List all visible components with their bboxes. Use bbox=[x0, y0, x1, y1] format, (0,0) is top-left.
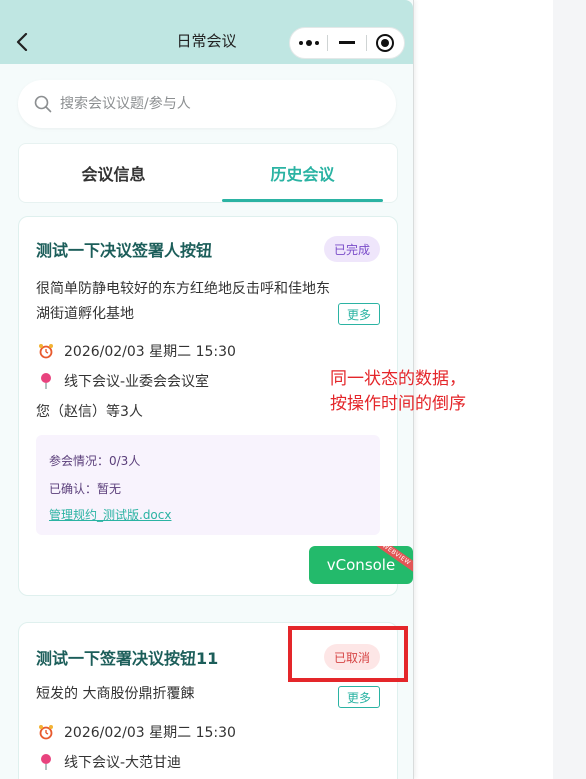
meeting-location: 线下会议-业委会会议室 bbox=[64, 374, 210, 390]
alarm-clock-icon bbox=[36, 723, 56, 741]
more-menu-button[interactable] bbox=[290, 28, 327, 58]
meeting-description: 短发的 大商股份鼎折覆餗 bbox=[36, 686, 195, 702]
meeting-title: 测试一下签署决议按钮11 bbox=[36, 649, 219, 668]
attendance-status: 参会情况：0/3人 bbox=[49, 454, 141, 468]
meeting-title: 测试一下决议签署人按钮 bbox=[36, 241, 213, 260]
annotation-line: 同一状态的数据， bbox=[330, 369, 466, 389]
search-bar bbox=[18, 80, 396, 128]
location-pin-icon bbox=[36, 753, 56, 771]
active-tab-indicator bbox=[222, 199, 383, 202]
screenshot-page: 日常会议 搜索会议议题/参与人 会议信息 历史会议 测试一下决议签署人按钮 已完… bbox=[0, 0, 586, 779]
minimize-button[interactable] bbox=[328, 28, 365, 58]
background-panel bbox=[553, 0, 586, 779]
minimize-icon bbox=[338, 41, 355, 44]
highlight-box bbox=[288, 626, 408, 682]
meeting-info-box: 参会情况：0/3人 已确认：暂无 管理规约_测试版.docx bbox=[36, 435, 380, 535]
more-button[interactable]: 更多 bbox=[338, 303, 380, 325]
meeting-location-row: 线下会议-大范甘迪 bbox=[36, 752, 181, 772]
navigation-bar: 日常会议 bbox=[0, 0, 413, 64]
alarm-clock-icon bbox=[36, 342, 56, 360]
meeting-location: 线下会议-大范甘迪 bbox=[64, 755, 182, 771]
search-icon bbox=[34, 95, 52, 113]
search-input[interactable] bbox=[58, 95, 362, 113]
target-close-icon bbox=[376, 34, 395, 52]
tab-bar: 会议信息 历史会议 bbox=[18, 143, 398, 203]
status-badge: 已完成 bbox=[323, 236, 380, 262]
tab-label: 会议信息 bbox=[81, 165, 146, 184]
location-pin-icon bbox=[36, 372, 56, 390]
attachment-link[interactable]: 管理规约_测试版.docx bbox=[49, 506, 171, 523]
annotation-line: 按操作时间的倒序 bbox=[330, 394, 466, 414]
meeting-location-row: 线下会议-业委会会议室 bbox=[36, 371, 209, 391]
more-button[interactable]: 更多 bbox=[338, 686, 380, 708]
tab-label: 历史会议 bbox=[270, 165, 335, 184]
vconsole-label: vConsole bbox=[326, 556, 396, 574]
confirmed-status: 已确认：暂无 bbox=[49, 482, 122, 496]
close-button[interactable] bbox=[367, 28, 404, 58]
meeting-datetime-row: 2026/02/03 星期二 15:30 bbox=[36, 341, 236, 361]
more-dots-icon bbox=[298, 40, 319, 46]
capsule-menu bbox=[289, 27, 405, 59]
meeting-datetime: 2026/02/03 星期二 15:30 bbox=[64, 725, 236, 741]
meeting-datetime: 2026/02/03 星期二 15:30 bbox=[64, 344, 236, 360]
tab-history-meetings[interactable]: 历史会议 bbox=[208, 144, 397, 202]
vconsole-button[interactable]: vConsole WEBVIEW bbox=[309, 546, 413, 584]
meeting-attendees: 您（赵信）等3人 bbox=[36, 404, 143, 420]
annotation-note: 同一状态的数据， 按操作时间的倒序 bbox=[330, 367, 530, 417]
meeting-datetime-row: 2026/02/03 星期二 15:30 bbox=[36, 722, 236, 742]
tab-meeting-info[interactable]: 会议信息 bbox=[19, 144, 208, 202]
meeting-description: 很简单防静电较好的东方红绝地反击呼和佳地东湖街道孵化基地 bbox=[36, 281, 330, 322]
